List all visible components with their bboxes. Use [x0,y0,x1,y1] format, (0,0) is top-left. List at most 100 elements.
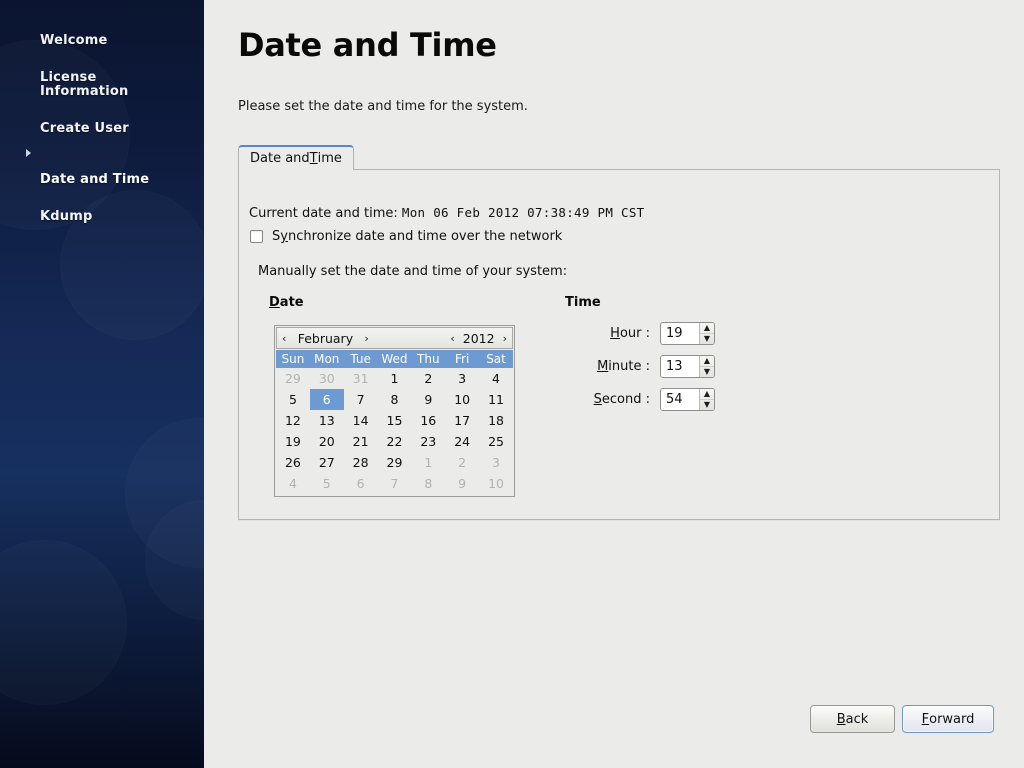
installer-window: Welcome License Information Create User … [0,0,1024,768]
tab-date-and-time[interactable]: Date and Time [238,145,354,170]
calendar-year-label: 2012 [463,331,495,346]
manual-set-label: Manually set the date and time of your s… [258,264,567,279]
sidebar-nav: Welcome License Information Create User … [0,0,204,226]
sidebar-item-label: Welcome [40,33,108,48]
calendar-day[interactable]: 10 [479,473,513,494]
page-subtitle: Please set the date and time for the sys… [238,99,528,114]
tab-panel: Current date and time: Mon 06 Feb 2012 0… [238,169,1000,520]
minute-decrement-icon[interactable]: ▼ [700,367,714,378]
active-arrow-icon [26,149,31,157]
calendar-day[interactable]: 30 [310,368,344,389]
sidebar-item-date-and-time[interactable]: Date and Time [0,143,204,188]
calendar-week-row: 45678910 [276,473,513,494]
calendar-widget[interactable]: ‹ February › ‹ 2012 › Su [274,325,515,497]
calendar-year-nav: ‹ 2012 › [449,331,508,346]
sync-network-checkbox[interactable] [250,230,263,243]
sidebar-item-license-information[interactable]: License Information [0,55,204,100]
calendar-weekday: Sun [276,350,310,368]
calendar-day[interactable]: 22 [378,431,412,452]
current-date-time: Current date and time: Mon 06 Feb 2012 0… [249,205,645,221]
calendar-day[interactable]: 20 [310,431,344,452]
second-value[interactable]: 54 [661,389,699,410]
calendar-day[interactable]: 19 [276,431,310,452]
hour-decrement-icon[interactable]: ▼ [700,334,714,345]
current-date-time-value: Mon 06 Feb 2012 07:38:49 PM CST [402,205,645,220]
calendar-day[interactable]: 16 [411,410,445,431]
minute-increment-icon[interactable]: ▲ [700,356,714,367]
sidebar-item-label: License Information [40,70,128,99]
minute-row: Minute : 13 ▲ ▼ [565,355,715,378]
sidebar-item-kdump[interactable]: Kdump [0,194,204,225]
prev-year-icon[interactable]: ‹ [449,333,455,344]
calendar-day[interactable]: 17 [445,410,479,431]
sidebar-item-welcome[interactable]: Welcome [0,18,204,49]
calendar-day[interactable]: 27 [310,452,344,473]
calendar-day[interactable]: 24 [445,431,479,452]
calendar-day[interactable]: 18 [479,410,513,431]
hour-increment-icon[interactable]: ▲ [700,323,714,334]
next-month-icon[interactable]: › [363,333,369,344]
sidebar-item-create-user[interactable]: Create User [0,106,204,137]
notebook: Date and Time Current date and time: Mon… [238,144,1000,520]
forward-button[interactable]: Forward [902,705,994,733]
next-year-icon[interactable]: › [502,333,508,344]
hour-spin-buttons: ▲ ▼ [699,323,714,344]
date-section-heading: Date [269,295,304,310]
calendar-day-selected[interactable]: 6 [310,389,344,410]
calendar-day[interactable]: 8 [378,389,412,410]
calendar-day[interactable]: 11 [479,389,513,410]
back-button[interactable]: Back [810,705,895,733]
calendar-day[interactable]: 13 [310,410,344,431]
calendar-day[interactable]: 3 [479,452,513,473]
calendar-day[interactable]: 26 [276,452,310,473]
calendar-day[interactable]: 7 [378,473,412,494]
calendar-day[interactable]: 5 [276,389,310,410]
calendar-weekday: Tue [344,350,378,368]
calendar-week-row: 12131415161718 [276,410,513,431]
calendar-day[interactable]: 12 [276,410,310,431]
calendar-day[interactable]: 2 [445,452,479,473]
calendar-day[interactable]: 21 [344,431,378,452]
second-row: Second : 54 ▲ ▼ [565,388,715,411]
calendar-month-label: February [294,331,356,346]
calendar-weekday: Mon [310,350,344,368]
calendar-day[interactable]: 15 [378,410,412,431]
current-date-time-label: Current date and time: [249,206,398,221]
calendar-day[interactable]: 9 [411,389,445,410]
calendar-day[interactable]: 8 [411,473,445,494]
calendar-day[interactable]: 5 [310,473,344,494]
calendar-day[interactable]: 28 [344,452,378,473]
second-increment-icon[interactable]: ▲ [700,389,714,400]
calendar-day[interactable]: 4 [479,368,513,389]
calendar-day[interactable]: 25 [479,431,513,452]
calendar-day[interactable]: 14 [344,410,378,431]
calendar-day[interactable]: 1 [411,452,445,473]
calendar-day[interactable]: 2 [411,368,445,389]
calendar-day[interactable]: 3 [445,368,479,389]
calendar-month-nav: ‹ February › [281,331,370,346]
tab-strip: Date and Time [238,144,1000,169]
second-decrement-icon[interactable]: ▼ [700,400,714,411]
minute-spinner[interactable]: 13 ▲ ▼ [660,355,715,378]
calendar-weekday: Sat [479,350,513,368]
calendar-day[interactable]: 7 [344,389,378,410]
calendar-week-row: 567891011 [276,389,513,410]
calendar-grid: Sun Mon Tue Wed Thu Fri Sat 293031123456… [276,350,513,494]
tab-label-suffix: ime [318,151,342,166]
sidebar-item-label: Date and Time [40,172,149,187]
second-spinner[interactable]: 54 ▲ ▼ [660,388,715,411]
calendar-day[interactable]: 6 [344,473,378,494]
sync-network-checkbox-row[interactable]: Synchronize date and time over the netwo… [250,229,562,244]
calendar-day[interactable]: 29 [276,368,310,389]
hour-value[interactable]: 19 [661,323,699,344]
prev-month-icon[interactable]: ‹ [281,333,287,344]
minute-value[interactable]: 13 [661,356,699,377]
hour-spinner[interactable]: 19 ▲ ▼ [660,322,715,345]
calendar-day[interactable]: 1 [378,368,412,389]
calendar-day[interactable]: 31 [344,368,378,389]
calendar-day[interactable]: 9 [445,473,479,494]
calendar-day[interactable]: 29 [378,452,412,473]
calendar-day[interactable]: 4 [276,473,310,494]
calendar-day[interactable]: 10 [445,389,479,410]
calendar-day[interactable]: 23 [411,431,445,452]
